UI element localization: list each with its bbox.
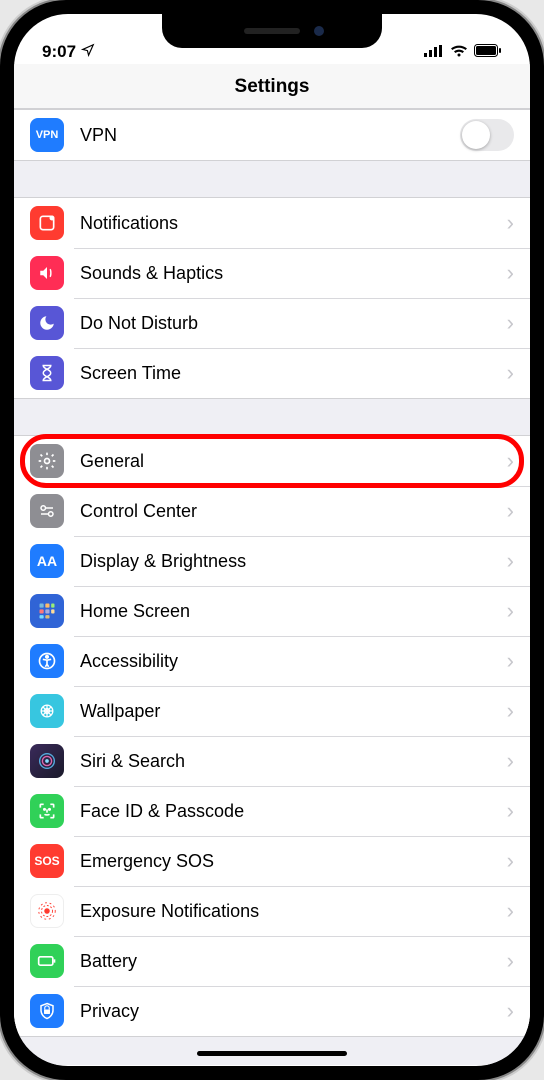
row-battery[interactable]: Battery ›	[14, 936, 530, 986]
chevron-right-icon: ›	[507, 448, 514, 474]
privacy-icon	[30, 994, 64, 1028]
location-arrow-icon	[81, 42, 95, 62]
chevron-right-icon: ›	[507, 998, 514, 1024]
vpn-toggle[interactable]	[460, 119, 514, 151]
row-accessibility[interactable]: Accessibility ›	[14, 636, 530, 686]
screentime-icon	[30, 356, 64, 390]
chevron-right-icon: ›	[507, 698, 514, 724]
row-control-center[interactable]: Control Center ›	[14, 486, 530, 536]
row-label: Face ID & Passcode	[80, 801, 501, 822]
group-alerts: Notifications › Sounds & Haptics › Do No…	[14, 197, 530, 399]
chevron-right-icon: ›	[507, 748, 514, 774]
row-faceid[interactable]: Face ID & Passcode ›	[14, 786, 530, 836]
vpn-icon: VPN	[30, 118, 64, 152]
row-label: Home Screen	[80, 601, 501, 622]
row-label: Notifications	[80, 213, 501, 234]
chevron-right-icon: ›	[507, 310, 514, 336]
row-siri[interactable]: Siri & Search ›	[14, 736, 530, 786]
row-label: VPN	[80, 125, 460, 146]
chevron-right-icon: ›	[507, 648, 514, 674]
group-separator	[14, 399, 530, 435]
group-vpn: VPN VPN	[14, 109, 530, 161]
row-label: Siri & Search	[80, 751, 501, 772]
settings-list[interactable]: VPN VPN Notifications ›	[14, 109, 530, 1065]
row-screentime[interactable]: Screen Time ›	[14, 348, 530, 398]
gear-icon	[30, 444, 64, 478]
control-center-icon	[30, 494, 64, 528]
row-label: Privacy	[80, 1001, 501, 1022]
display-icon: AA	[30, 544, 64, 578]
wifi-icon	[450, 42, 468, 62]
exposure-icon	[30, 894, 64, 928]
row-wallpaper[interactable]: Wallpaper ›	[14, 686, 530, 736]
group-general: General › Control Center › AA Display & …	[14, 435, 530, 1037]
dnd-icon	[30, 306, 64, 340]
sos-icon: SOS	[30, 844, 64, 878]
notifications-icon	[30, 206, 64, 240]
row-label: Accessibility	[80, 651, 501, 672]
row-label: Wallpaper	[80, 701, 501, 722]
group-separator	[14, 161, 530, 197]
chevron-right-icon: ›	[507, 598, 514, 624]
row-label: Battery	[80, 951, 501, 972]
sounds-icon	[30, 256, 64, 290]
chevron-right-icon: ›	[507, 360, 514, 386]
row-dnd[interactable]: Do Not Disturb ›	[14, 298, 530, 348]
row-privacy[interactable]: Privacy ›	[14, 986, 530, 1036]
row-sounds[interactable]: Sounds & Haptics ›	[14, 248, 530, 298]
row-display[interactable]: AA Display & Brightness ›	[14, 536, 530, 586]
screen: 9:07 Settings	[14, 14, 530, 1066]
row-sos[interactable]: SOS Emergency SOS ›	[14, 836, 530, 886]
chevron-right-icon: ›	[507, 548, 514, 574]
row-general[interactable]: General ›	[14, 436, 530, 486]
row-label: Do Not Disturb	[80, 313, 501, 334]
home-indicator[interactable]	[197, 1051, 347, 1056]
home-screen-icon	[30, 594, 64, 628]
chevron-right-icon: ›	[507, 260, 514, 286]
row-label: Exposure Notifications	[80, 901, 501, 922]
notch	[162, 14, 382, 48]
header: Settings	[14, 64, 530, 109]
cellular-signal-icon	[424, 42, 444, 62]
row-label: Display & Brightness	[80, 551, 501, 572]
row-notifications[interactable]: Notifications ›	[14, 198, 530, 248]
page-title: Settings	[14, 76, 530, 98]
chevron-right-icon: ›	[507, 798, 514, 824]
row-label: Control Center	[80, 501, 501, 522]
siri-icon	[30, 744, 64, 778]
row-label: Sounds & Haptics	[80, 263, 501, 284]
row-vpn[interactable]: VPN VPN	[14, 110, 530, 160]
chevron-right-icon: ›	[507, 848, 514, 874]
chevron-right-icon: ›	[507, 948, 514, 974]
row-exposure[interactable]: Exposure Notifications ›	[14, 886, 530, 936]
status-time: 9:07	[42, 42, 76, 62]
faceid-icon	[30, 794, 64, 828]
front-camera	[314, 26, 324, 36]
row-label: General	[80, 451, 501, 472]
chevron-right-icon: ›	[507, 898, 514, 924]
phone-frame: 9:07 Settings	[0, 0, 544, 1080]
row-label: Emergency SOS	[80, 851, 501, 872]
battery-row-icon	[30, 944, 64, 978]
chevron-right-icon: ›	[507, 498, 514, 524]
speaker-grill	[244, 28, 300, 34]
battery-icon	[474, 42, 502, 62]
wallpaper-icon	[30, 694, 64, 728]
row-home-screen[interactable]: Home Screen ›	[14, 586, 530, 636]
row-label: Screen Time	[80, 363, 501, 384]
accessibility-icon	[30, 644, 64, 678]
chevron-right-icon: ›	[507, 210, 514, 236]
